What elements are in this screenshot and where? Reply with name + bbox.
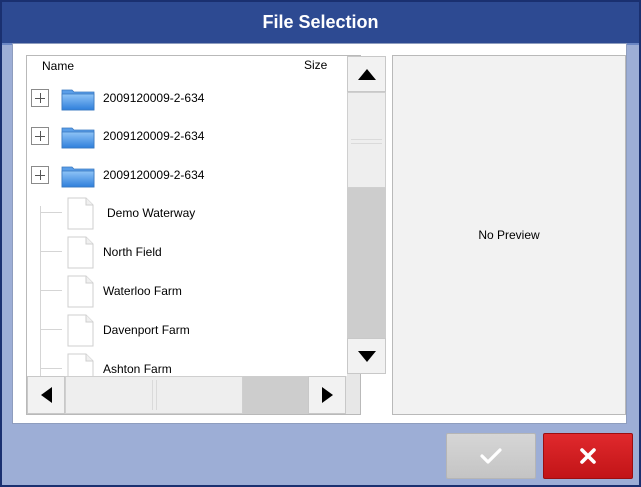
cancel-button[interactable] [543,433,633,479]
item-label: 2009120009-2-634 [103,91,205,105]
scroll-left-button[interactable] [27,376,65,414]
preview-text: No Preview [478,228,540,242]
horizontal-scrollbar-thumb[interactable] [65,376,243,414]
dialog-title: File Selection [262,12,379,32]
checkmark-icon [480,448,502,464]
item-label: Demo Waterway [107,206,196,220]
folder-icon [61,127,95,149]
item-label: 2009120009-2-634 [103,168,205,182]
list-item[interactable]: Ashton Farm [27,350,347,376]
column-header-size[interactable]: Size [304,58,327,72]
scroll-right-button[interactable] [308,376,346,414]
tree-line [40,212,62,213]
item-label: North Field [103,245,162,259]
folder-icon [61,166,95,188]
folder-icon [61,89,95,111]
triangle-down-icon [357,350,376,362]
grip-icon [351,139,382,144]
list-item[interactable]: 2009120009-2-634 [27,156,347,194]
list-item[interactable]: Davenport Farm [27,311,347,349]
list-item[interactable]: North Field [27,233,347,271]
list-item[interactable]: 2009120009-2-634 [27,79,347,117]
document-icon [67,353,94,376]
preview-pane: No Preview [392,55,626,415]
expand-icon[interactable] [31,89,49,107]
tree-line [40,290,62,291]
document-icon [67,275,94,308]
tree-line [40,368,62,369]
scroll-down-button[interactable] [347,338,386,374]
list-item[interactable]: 2009120009-2-634 [27,117,347,155]
list-header: Name Size [27,56,347,76]
expand-icon[interactable] [31,166,49,184]
list-item[interactable]: Waterloo Farm [27,272,347,310]
item-label: Davenport Farm [103,323,190,337]
tree-line [40,329,62,330]
triangle-right-icon [321,387,333,403]
column-header-name[interactable]: Name [42,59,74,73]
x-icon [580,448,596,464]
item-label: Waterloo Farm [103,284,182,298]
document-icon [67,197,94,230]
grip-icon [152,380,157,410]
file-list[interactable]: Name Size 2009120009-2-634 2009120009-2-… [27,56,347,376]
tree-line [40,251,62,252]
title-bar: File Selection [2,2,639,45]
document-icon [67,314,94,347]
ok-button[interactable] [446,433,536,479]
list-item[interactable]: Demo Waterway [27,194,347,232]
scroll-up-button[interactable] [347,56,386,92]
triangle-left-icon [40,387,52,403]
item-label: Ashton Farm [103,362,172,376]
scrollbar-corner [347,376,360,414]
triangle-up-icon [357,68,376,80]
document-icon [67,236,94,269]
vertical-scrollbar-thumb[interactable] [347,92,386,188]
expand-icon[interactable] [31,127,49,145]
item-label: 2009120009-2-634 [103,129,205,143]
